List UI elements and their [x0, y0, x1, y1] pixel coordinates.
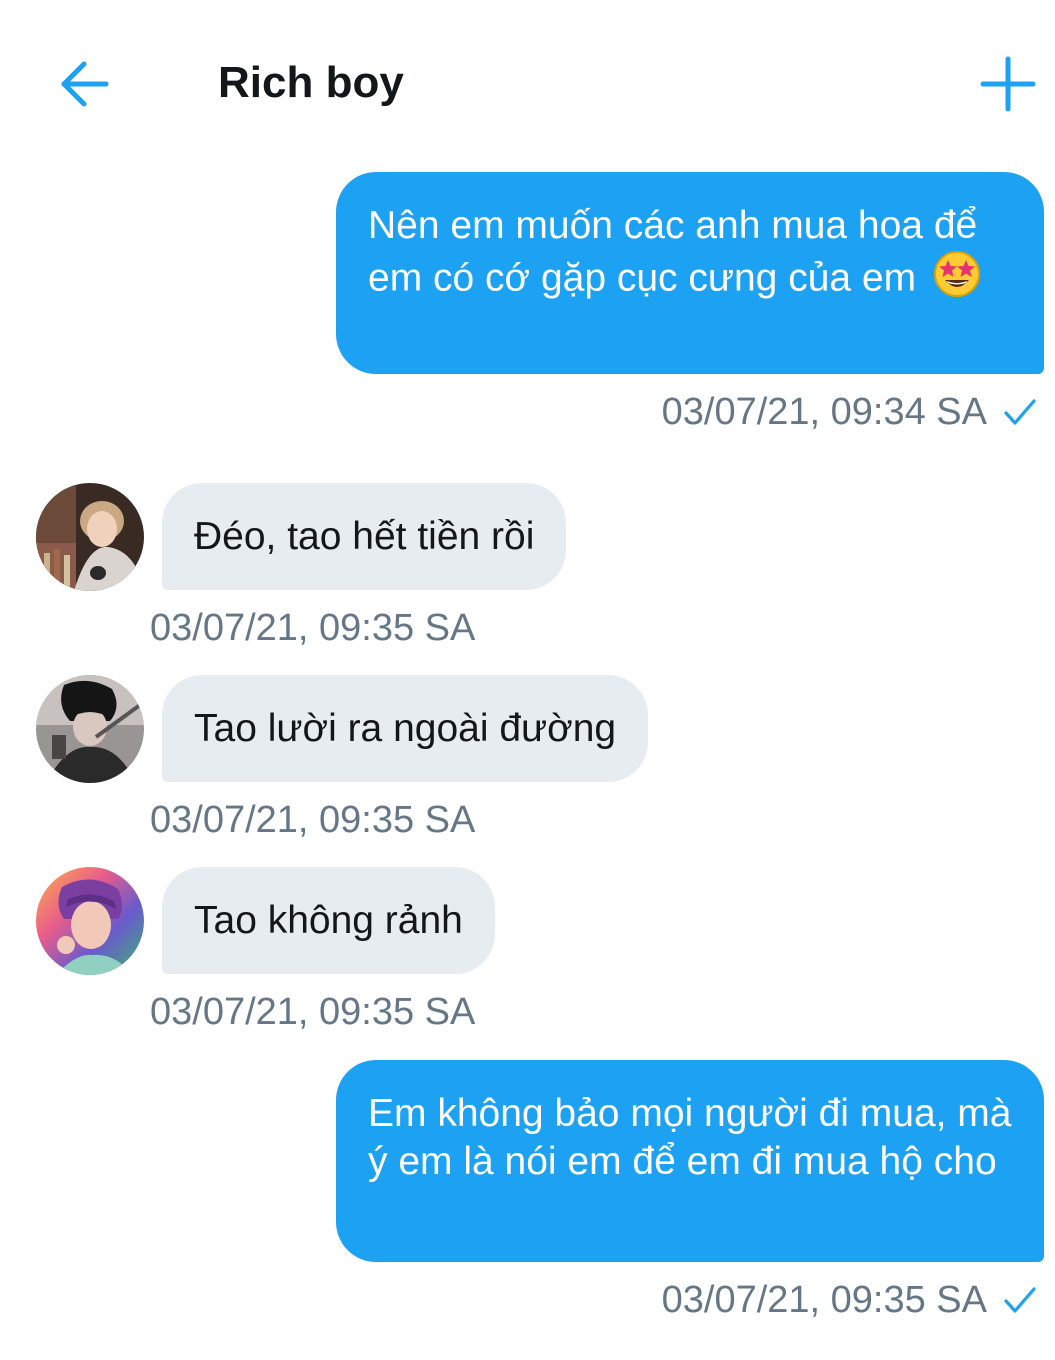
avatar[interactable] [36, 483, 144, 591]
avatar[interactable] [36, 675, 144, 783]
message-bubble-sent[interactable]: Em không bảo mọi người đi mua, mà ý em l… [336, 1060, 1044, 1262]
message-text: Đéo, tao hết tiền rồi [194, 515, 535, 558]
avatar[interactable] [36, 867, 144, 975]
timestamp: 03/07/21, 09:35 SA [661, 1279, 987, 1321]
avatar-photo-2 [36, 675, 144, 783]
back-button[interactable] [50, 50, 118, 118]
conversation-title[interactable]: Rich boy [218, 55, 404, 111]
message-text: Em không bảo mọi người đi mua, mà ý em l… [368, 1092, 1012, 1183]
avatar-photo-1 [36, 483, 144, 591]
message-timestamp-row: 03/07/21, 09:35 SA [662, 1278, 1037, 1322]
add-button[interactable] [972, 48, 1044, 120]
timestamp: 03/07/21, 09:34 SA [661, 391, 987, 433]
message-bubble-received[interactable]: Đéo, tao hết tiền rồi [162, 483, 567, 590]
timestamp: 03/07/21, 09:35 SA [150, 991, 476, 1033]
conversation-header: Rich boy [0, 0, 1055, 160]
plus-icon [980, 56, 1036, 112]
avatar-photo-3 [36, 867, 144, 975]
check-icon [1003, 1285, 1037, 1315]
star-struck-emoji [933, 250, 981, 310]
check-icon [1003, 397, 1037, 427]
message-bubble-received[interactable]: Tao không rảnh [162, 867, 495, 974]
timestamp: 03/07/21, 09:35 SA [150, 607, 476, 649]
timestamp: 03/07/21, 09:35 SA [150, 799, 476, 841]
message-text: Tao không rảnh [194, 899, 463, 942]
message-timestamp-row: 03/07/21, 09:34 SA [662, 390, 1037, 434]
message-text: Tao lười ra ngoài đường [194, 707, 617, 750]
message-bubble-received[interactable]: Tao lười ra ngoài đường [162, 675, 649, 782]
message-bubble-sent[interactable]: Nên em muốn các anh mua hoa để em có cớ … [336, 172, 1044, 374]
message-text: Nên em muốn các anh mua hoa để em có cớ … [368, 204, 978, 300]
arrow-left-icon [61, 61, 109, 107]
